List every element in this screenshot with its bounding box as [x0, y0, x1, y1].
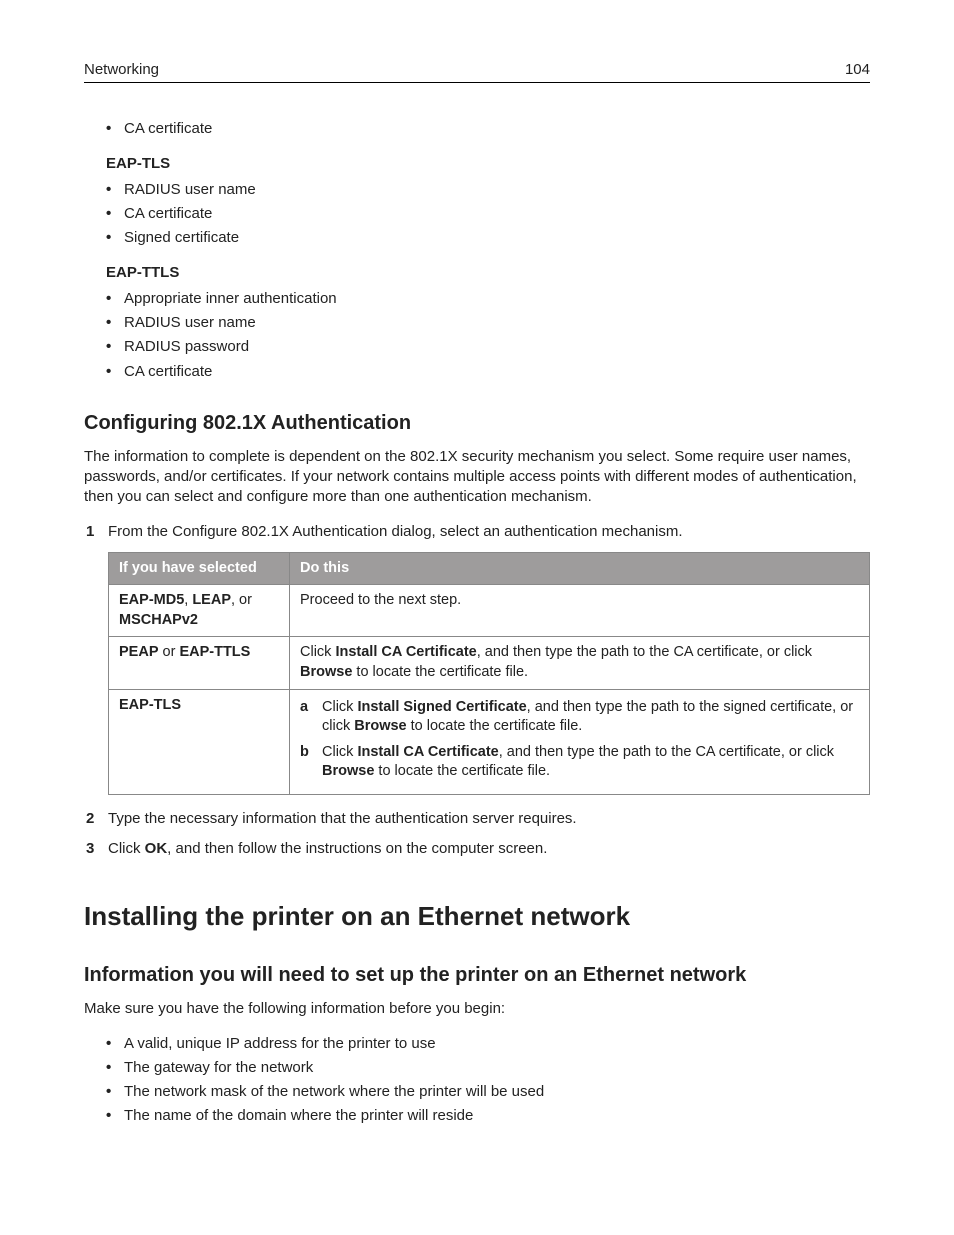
step-text: From the Configure 802.1X Authentication… [108, 523, 683, 540]
list-item: CA certificate [84, 204, 870, 224]
paragraph: The information to complete is dependent… [84, 447, 870, 508]
section-heading-info-needed: Information you will need to set up the … [84, 962, 870, 989]
list-item: RADIUS user name [84, 313, 870, 333]
list-item: The gateway for the network [84, 1058, 870, 1078]
list-item: CA certificate [84, 119, 870, 139]
step-item: Click OK, and then follow the instructio… [84, 839, 870, 859]
table-header-do-this: Do this [290, 552, 870, 585]
table-cell-selected: EAP‑TLS [109, 689, 290, 794]
list-item: RADIUS user name [84, 180, 870, 200]
table-cell-action: Click Install CA Certificate, and then t… [290, 637, 870, 689]
table-cell-action: Click Install Signed Certificate, and th… [290, 689, 870, 794]
sub-steps: Click Install Signed Certificate, and th… [300, 698, 859, 782]
list-item: Appropriate inner authentication [84, 289, 870, 309]
steps-list: From the Configure 802.1X Authentication… [84, 522, 870, 860]
table-row: PEAP or EAP‑TTLS Click Install CA Certif… [109, 637, 870, 689]
list-item: RADIUS password [84, 337, 870, 357]
bullet-group-eap-tls: RADIUS user name CA certificate Signed c… [84, 180, 870, 249]
paragraph: Make sure you have the following informa… [84, 999, 870, 1019]
bullet-group-0: CA certificate [84, 119, 870, 139]
step-text: Type the necessary information that the … [108, 810, 577, 827]
header-section: Networking [84, 60, 159, 80]
sub-step: Click Install Signed Certificate, and th… [300, 698, 859, 737]
list-item: A valid, unique IP address for the print… [84, 1034, 870, 1054]
table-cell-action: Proceed to the next step. [290, 585, 870, 637]
table-row: EAP‑MD5, LEAP, or MSCHAPv2 Proceed to th… [109, 585, 870, 637]
group-label-eap-ttls: EAP‑TTLS [84, 263, 870, 283]
page-header: Networking 104 [84, 60, 870, 83]
sub-step: Click Install CA Certificate, and then t… [300, 743, 859, 782]
list-item: Signed certificate [84, 228, 870, 248]
table-cell-selected: EAP‑MD5, LEAP, or MSCHAPv2 [109, 585, 290, 637]
bullet-group-ethernet-info: A valid, unique IP address for the print… [84, 1034, 870, 1127]
step-item: From the Configure 802.1X Authentication… [84, 522, 870, 795]
step-item: Type the necessary information that the … [84, 809, 870, 829]
table-cell-selected: PEAP or EAP‑TTLS [109, 637, 290, 689]
auth-mechanism-table: If you have selected Do this EAP‑MD5, LE… [108, 552, 870, 795]
group-label-eap-tls: EAP‑TLS [84, 154, 870, 174]
bullet-group-eap-ttls: Appropriate inner authentication RADIUS … [84, 289, 870, 382]
major-heading-install-ethernet: Installing the printer on an Ethernet ne… [84, 899, 870, 934]
table-row: EAP‑TLS Click Install Signed Certificate… [109, 689, 870, 794]
list-item: CA certificate [84, 362, 870, 382]
section-heading-config-8021x: Configuring 802.1X Authentication [84, 410, 870, 437]
list-item: The name of the domain where the printer… [84, 1106, 870, 1126]
header-page-number: 104 [845, 60, 870, 80]
table-header-selected: If you have selected [109, 552, 290, 585]
list-item: The network mask of the network where th… [84, 1082, 870, 1102]
